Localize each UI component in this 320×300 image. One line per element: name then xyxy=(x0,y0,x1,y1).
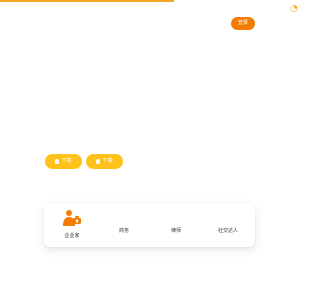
role-selector-card: 企业家 商务 律师 社交达人 xyxy=(44,204,255,247)
role-lawyer[interactable]: 律师 xyxy=(152,204,200,247)
role-social-expert[interactable]: 社交达人 xyxy=(204,204,252,247)
ios-download-button[interactable]: 下载 xyxy=(86,154,123,169)
role-business-label: 商务 xyxy=(118,228,129,234)
entrepreneur-icon xyxy=(63,210,81,226)
role-social-expert-label: 社交达人 xyxy=(217,228,238,234)
top-accent-bar xyxy=(0,0,174,2)
login-button[interactable]: 登录 xyxy=(231,17,255,30)
page: ◔ 登录 下载 下载 企业家 商务 律师 社交达人 xyxy=(0,0,300,300)
role-business[interactable]: 商务 xyxy=(100,204,148,247)
android-download-label: 下载 xyxy=(61,158,72,164)
role-entrepreneur-label: 企业家 xyxy=(64,233,80,239)
edge-partial-icon: ◔ xyxy=(290,4,298,14)
android-download-button[interactable]: 下载 xyxy=(45,154,82,169)
ios-download-label: 下载 xyxy=(102,158,113,164)
role-lawyer-label: 律师 xyxy=(170,228,181,234)
apple-icon xyxy=(96,159,101,164)
role-entrepreneur[interactable]: 企业家 xyxy=(48,204,96,247)
android-icon xyxy=(55,159,60,164)
